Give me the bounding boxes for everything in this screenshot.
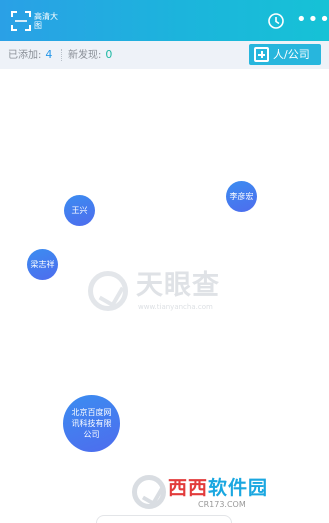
add-button-label: 人/公司 — [273, 48, 310, 61]
added-count: 4 — [45, 48, 53, 61]
banner-url: CR173.COM — [198, 500, 246, 509]
added-stat: 已添加: 4 — [8, 49, 52, 62]
tianyancha-logo-icon — [88, 271, 128, 311]
graph-node-liyanhong[interactable]: 李彦宏 — [226, 181, 257, 212]
cr173-logo-icon — [132, 475, 166, 509]
watermark-url: www.tianyancha.com — [138, 303, 213, 311]
banner-title-part2: 软件园 — [208, 477, 269, 499]
more-icon[interactable]: ••• — [296, 11, 329, 29]
added-label: 已添加: — [8, 50, 42, 61]
watermark-title: 天眼查 — [136, 270, 220, 301]
stats-divider — [61, 49, 62, 61]
clock-icon[interactable] — [267, 12, 285, 30]
graph-node-baidu[interactable]: 北京百度网讯科技有限公司 — [63, 395, 120, 452]
tianyancha-watermark: 天眼查 www.tianyancha.com — [88, 269, 248, 315]
hd-image-label[interactable]: 高清大图 — [34, 12, 58, 30]
banner-title: 西西软件园 — [168, 477, 268, 499]
new-found-count: 0 — [105, 48, 113, 61]
new-found-stat: 新发现: 0 — [68, 49, 112, 62]
site-watermark-banner: 西西软件园 CR173.COM — [128, 471, 310, 513]
plus-icon — [254, 47, 269, 62]
graph-node-wangxing[interactable]: 王兴 — [64, 195, 95, 226]
top-bar: 高清大图 ••• — [0, 0, 329, 41]
new-found-label: 新发现: — [68, 50, 102, 61]
graph-node-liangzhixiang[interactable]: 梁志祥 — [27, 249, 58, 280]
add-person-company-button[interactable]: 人/公司 — [249, 44, 321, 65]
fullscreen-icon[interactable] — [11, 11, 31, 31]
bottom-handle[interactable] — [96, 515, 232, 523]
banner-title-part1: 西西 — [168, 477, 209, 499]
